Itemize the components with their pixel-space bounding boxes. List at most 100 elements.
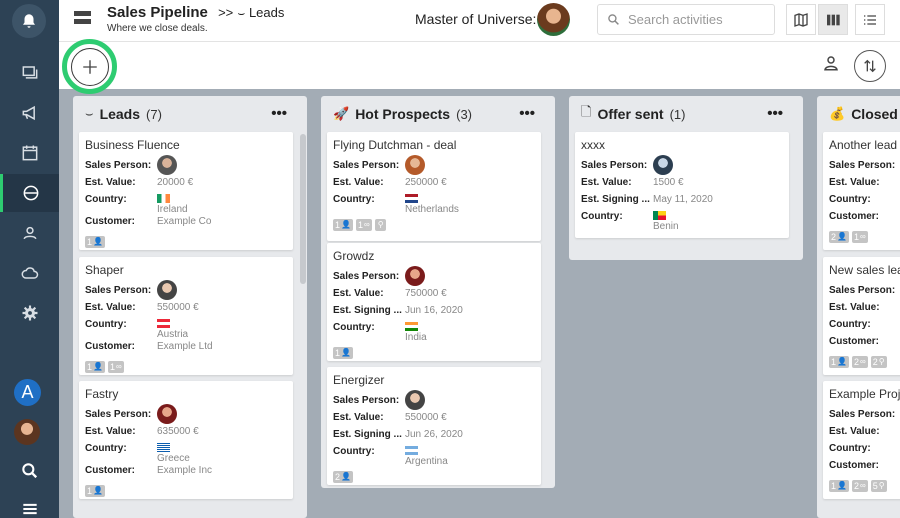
count-badge: 1 ∞	[851, 231, 868, 243]
account-avatar[interactable]: A	[14, 379, 41, 406]
sales-person-avatar[interactable]	[653, 155, 673, 175]
list-view-button[interactable]	[855, 4, 885, 35]
field-label: Sales Person:	[829, 285, 896, 296]
deal-card[interactable]: Shaper Sales Person: Est. Value: 550000 € Co…	[79, 257, 293, 375]
field-value-wrap: 550000 €	[157, 302, 199, 319]
flag-icon	[157, 194, 170, 203]
count-badge: 2 ⚲	[870, 356, 887, 368]
count-badge: 1 👤	[85, 485, 105, 497]
deal-card[interactable]: Example Proj Sales Person: Est. Value: Coun…	[823, 381, 900, 499]
deal-card[interactable]: xxxx Sales Person: Est. Value: 1500 € Est. S…	[575, 132, 789, 238]
search-input[interactable]	[628, 12, 768, 27]
field-label: Sales Person:	[85, 409, 152, 420]
sidebar-item-contacts[interactable]	[0, 214, 59, 252]
deal-card[interactable]: Energizer Sales Person: Est. Value: 550000 …	[327, 367, 541, 485]
deal-card[interactable]: Flying Dutchman - deal Sales Person: Est. …	[327, 132, 541, 241]
card-field: Country: Netherlands	[333, 194, 535, 216]
column-scrollbar[interactable]	[300, 134, 306, 284]
card-badges: 1 👤 2 ∞ 2 ⚲	[829, 356, 900, 368]
column-menu-button[interactable]: •••	[767, 105, 783, 122]
card-field: Sales Person:	[333, 266, 535, 288]
field-value: 750000 €	[405, 288, 447, 299]
count-badge: 2 ∞	[851, 356, 868, 368]
sales-person-avatar[interactable]	[405, 390, 425, 410]
field-value-wrap: 1500 €	[653, 177, 684, 194]
field-value: 1500 €	[653, 177, 684, 188]
person-filter-icon[interactable]	[822, 54, 840, 72]
count-badge: 1 👤	[829, 480, 849, 492]
field-value: Jun 16, 2020	[405, 305, 463, 316]
column-3: 💰 Closed D Another lead Sales Person: Est. V…	[817, 96, 900, 518]
card-field: Country: Austria	[85, 319, 287, 341]
person-icon: 👤	[837, 232, 847, 241]
field-label: Est. Value:	[829, 426, 880, 437]
deal-card[interactable]: Business Fluence Sales Person: Est. Value:…	[79, 132, 293, 250]
pin-icon: ⚲	[878, 357, 885, 366]
card-field: Est. Value: 20000 €	[85, 177, 287, 194]
column-title: Closed D	[851, 106, 900, 122]
user-photo[interactable]	[537, 3, 570, 36]
cloud-icon	[21, 267, 38, 279]
count-badge: 2 ∞	[851, 480, 868, 492]
count-badge: 1 👤	[85, 361, 105, 373]
field-label: Customer:	[85, 216, 136, 227]
sales-person-avatar[interactable]	[405, 266, 425, 286]
card-field: Customer:	[829, 336, 900, 353]
sidebar-item-campaigns[interactable]	[0, 94, 59, 132]
sales-person-avatar[interactable]	[405, 155, 425, 175]
sidebar-item-cloud[interactable]	[0, 254, 59, 292]
column-menu-button[interactable]: •••	[519, 105, 535, 122]
search-box[interactable]	[597, 4, 775, 35]
flag-icon	[653, 211, 666, 220]
field-label: Country:	[85, 319, 127, 330]
field-label: Sales Person:	[333, 395, 400, 406]
deal-card[interactable]: Another lead Sales Person: Est. Value: Coun…	[823, 132, 900, 250]
page-title: Sales Pipeline >> ⌣ Leads	[107, 4, 284, 21]
sidebar-item-boards[interactable]	[0, 53, 59, 91]
field-label: Customer:	[829, 336, 880, 347]
sort-button[interactable]	[854, 50, 886, 82]
field-value-wrap: Benin	[653, 211, 679, 233]
field-value-wrap: Austria	[157, 319, 188, 341]
column-menu-button[interactable]: •••	[271, 105, 287, 122]
sales-person-avatar[interactable]	[157, 155, 177, 175]
user-avatar[interactable]	[14, 419, 40, 445]
deal-card[interactable]: New sales lea Sales Person: Est. Value: Cou…	[823, 257, 900, 375]
pin-icon: ⚲	[377, 220, 384, 229]
card-field: Customer:	[829, 211, 900, 228]
sidebar-search-button[interactable]	[0, 452, 59, 490]
kanban-view-button[interactable]	[818, 4, 848, 35]
field-value: Jun 26, 2020	[405, 429, 463, 440]
field-label: Est. Signing ...	[581, 194, 650, 205]
card-field: Est. Value: 635000 €	[85, 426, 287, 443]
card-field: Est. Value:	[829, 177, 900, 194]
sales-person-avatar[interactable]	[157, 404, 177, 424]
notifications-button[interactable]	[12, 4, 46, 38]
sidebar-item-settings[interactable]	[0, 294, 59, 332]
link-icon: ∞	[116, 362, 122, 371]
field-label: Est. Value:	[333, 177, 384, 188]
count-badge: 1 ∞	[107, 361, 124, 373]
card-field: Customer: Example Ltd	[85, 341, 287, 358]
board-menu-icon[interactable]	[74, 11, 91, 26]
map-view-button[interactable]	[786, 4, 816, 35]
column-header: 💰 Closed D	[817, 96, 900, 132]
sidebar-item-calendar[interactable]	[0, 134, 59, 172]
page-subtitle: Where we close deals.	[107, 23, 208, 34]
column-count: (3)	[456, 106, 472, 122]
sidebar-menu-button[interactable]	[0, 490, 59, 518]
breadcrumb-current[interactable]: ⌣ Leads	[237, 5, 284, 20]
card-title: Example Proj	[829, 387, 900, 401]
count-badge: ⚲	[374, 219, 386, 231]
add-button[interactable]	[62, 39, 117, 94]
sales-person-avatar[interactable]	[157, 280, 177, 300]
boards-icon	[22, 66, 37, 79]
badge-count: 1	[335, 220, 341, 230]
link-icon: ∞	[364, 220, 370, 229]
deal-card[interactable]: Growdz Sales Person: Est. Value: 750000 € Es…	[327, 243, 541, 361]
sidebar-item-pipeline[interactable]	[0, 174, 59, 212]
breadcrumb-separator: >>	[218, 5, 234, 20]
deal-card[interactable]: Fastry Sales Person: Est. Value: 635000 € Co…	[79, 381, 293, 499]
field-label: Country:	[829, 319, 871, 330]
badge-count: 2	[872, 357, 878, 367]
